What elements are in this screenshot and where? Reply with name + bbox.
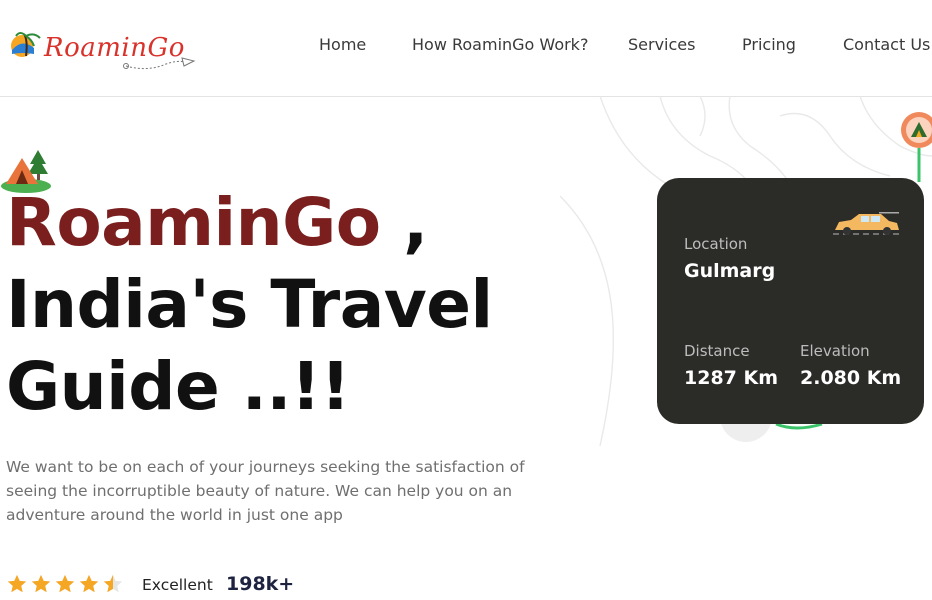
hero-title-line-3: Guide ..!!: [6, 348, 351, 425]
distance-value: 1287 Km: [684, 367, 779, 389]
distance-label: Distance: [684, 342, 750, 360]
nav-contact-us[interactable]: Contact Us: [843, 35, 930, 54]
hero-description: We want to be on each of your journeys s…: [6, 458, 525, 524]
star-icon: [55, 574, 75, 593]
star-icon: [79, 574, 99, 593]
site-header: RoaminGo Home How RoaminGo Work? Service…: [0, 0, 932, 97]
hero-title-line-2: India's Travel: [6, 266, 493, 343]
nav-services[interactable]: Services: [628, 35, 695, 54]
hero-title-line-1: RoaminGo ,: [6, 190, 428, 256]
rating-count: 198k+: [226, 573, 295, 595]
elevation-label: Elevation: [800, 342, 870, 360]
location-info-card: Location Gulmarg Distance 1287 Km Elevat…: [657, 178, 924, 424]
location-value: Gulmarg: [684, 260, 776, 282]
star-icon: [31, 574, 51, 593]
main-nav: Home How RoaminGo Work? Services Pricing…: [0, 35, 932, 55]
star-icon: [7, 574, 27, 593]
car-icon: [833, 212, 903, 235]
location-label: Location: [684, 235, 748, 253]
rating-label: Excellent: [142, 576, 213, 594]
hero-brand-suffix: ,: [380, 184, 428, 261]
hero-brand-word: RoaminGo: [6, 184, 381, 261]
nav-how-it-works[interactable]: How RoaminGo Work?: [412, 35, 588, 54]
nav-home[interactable]: Home: [319, 35, 366, 54]
elevation-value: 2.080 Km: [800, 367, 902, 389]
nav-pricing[interactable]: Pricing: [742, 35, 796, 54]
star-rating: [6, 573, 126, 597]
map-pin-icon: [901, 112, 932, 182]
star-icon: [103, 574, 123, 593]
